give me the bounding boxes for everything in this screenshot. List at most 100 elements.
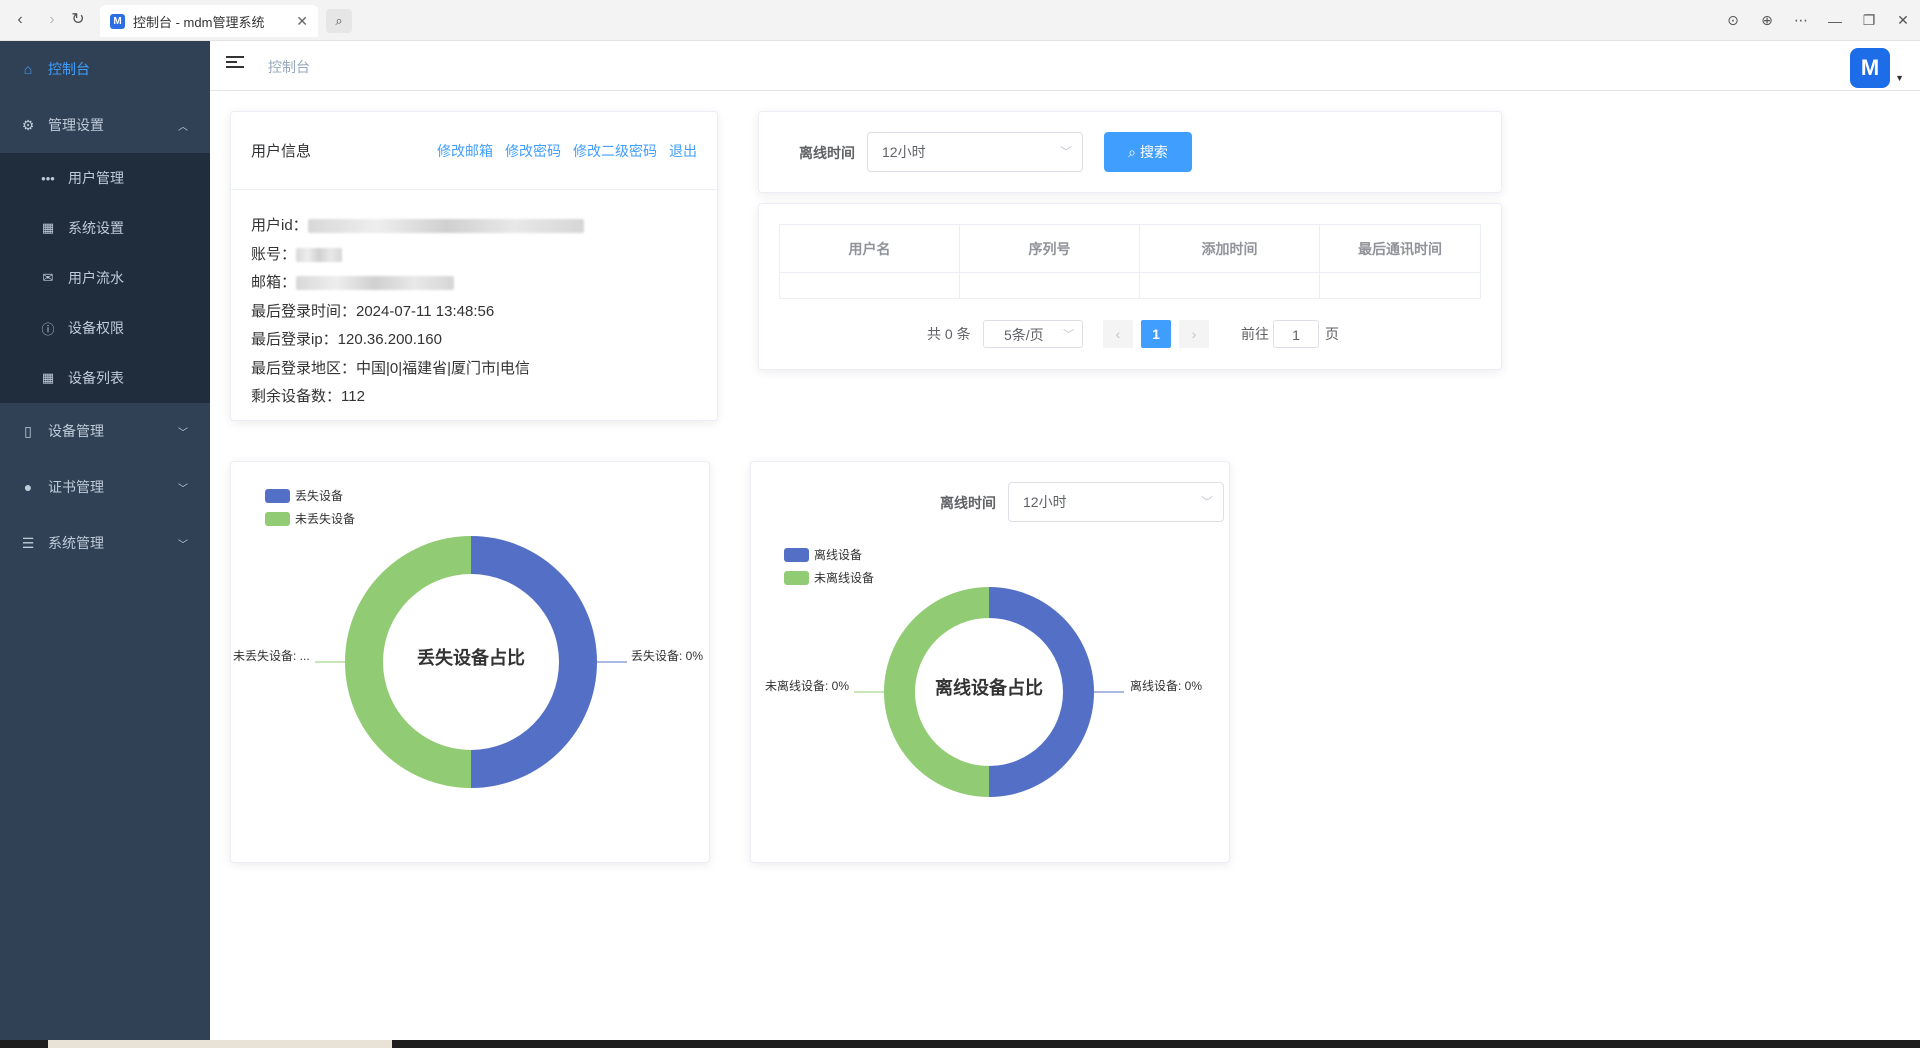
account-row: 账号： xyxy=(251,241,697,270)
sidebar-item-system-mgmt[interactable]: ☰ 系统管理 ﹀ xyxy=(0,515,210,571)
sidebar-item-label: 系统管理 xyxy=(48,535,104,551)
col-last-comm-time[interactable]: 最后通讯时间 xyxy=(1319,224,1481,273)
caret-down-icon[interactable]: ▼ xyxy=(1895,73,1904,83)
phone-icon: ▯ xyxy=(24,422,32,439)
sidebar-item-label: 控制台 xyxy=(48,61,90,77)
mail-icon: ✉ xyxy=(42,270,54,285)
goto-label: 前往 xyxy=(1241,326,1269,342)
change-email-link[interactable]: 修改邮箱 xyxy=(437,141,493,161)
pagination: 共 0 条 5条/页 ﹀ ‹ 1 › 前往 1 页 xyxy=(759,320,1503,350)
page-size-value: 5条/页 xyxy=(1004,327,1044,343)
offline-device-chart-card: 离线时间 12小时 ﹀ 离线设备 未离线设备 离线设备占比 离线设备: 0% 未… xyxy=(750,461,1230,863)
sidebar-item-label: 设备权限 xyxy=(68,320,124,336)
more-icon[interactable]: ⋯ xyxy=(1784,12,1818,29)
dots-icon: ••• xyxy=(41,170,55,186)
chart-center-title: 丢失设备占比 xyxy=(417,647,525,668)
search-icon[interactable]: ⌕ xyxy=(326,9,352,33)
chart-label-right: 离线设备: 0% xyxy=(1130,678,1202,693)
taskbar xyxy=(0,1040,1920,1048)
search-button[interactable]: ⌕ 搜索 xyxy=(1104,132,1192,172)
grid-icon: ▦ xyxy=(41,220,55,235)
restore-icon[interactable]: ❐ xyxy=(1852,12,1886,29)
logout-link[interactable]: 退出 xyxy=(669,141,697,161)
search-icon: ⌕ xyxy=(1128,144,1140,160)
user-info-card: 用户信息 修改邮箱 修改密码 修改二级密码 退出 用户id： 账号： 邮箱： 最… xyxy=(230,111,718,421)
browser-tab[interactable]: M 控制台 - mdm管理系统 ✕ xyxy=(100,5,318,37)
page-number-1[interactable]: 1 xyxy=(1141,320,1171,348)
sidebar-item-label: 设备列表 xyxy=(68,370,124,386)
user-id-row: 用户id： xyxy=(251,212,697,241)
home-icon: ⌂ xyxy=(23,61,33,77)
hamburger-icon[interactable] xyxy=(226,56,244,72)
sidebar-item-label: 系统设置 xyxy=(68,220,124,236)
change-secondary-password-link[interactable]: 修改二级密码 xyxy=(573,141,657,161)
sidebar-item-label: 证书管理 xyxy=(48,479,104,495)
sidebar-item-device-list[interactable]: ▦ 设备列表 xyxy=(0,353,210,403)
chevron-down-icon: ﹀ xyxy=(1059,145,1072,159)
sidebar-item-device-mgmt[interactable]: ▯ 设备管理 ﹀ xyxy=(0,403,210,459)
user-id-label: 用户id： xyxy=(251,217,308,234)
sidebar-item-label: 设备管理 xyxy=(48,423,104,439)
forward-icon[interactable]: › xyxy=(42,10,62,30)
breadcrumb[interactable]: 控制台 xyxy=(268,57,310,77)
offline-device-donut: 离线设备占比 离线设备: 0% 未离线设备: 0% xyxy=(765,587,1202,797)
sidebar-item-user-flow[interactable]: ✉ 用户流水 xyxy=(0,253,210,303)
device-table: 用户名 序列号 添加时间 最后通讯时间 xyxy=(779,224,1481,299)
tab-close-icon[interactable]: ✕ xyxy=(296,13,308,30)
goto-suffix: 页 xyxy=(1325,326,1339,342)
chart-label-left: 未丢失设备: ... xyxy=(233,648,310,663)
offline-time-select[interactable]: 12小时 ﹀ xyxy=(867,132,1083,172)
sidebar-item-dashboard[interactable]: ⌂ 控制台 xyxy=(0,41,210,97)
sidebar-item-cert-mgmt[interactable]: ● 证书管理 ﹀ xyxy=(0,459,210,515)
user-info-body: 用户id： 账号： 邮箱： 最后登录时间：2024-07-11 13:48:56… xyxy=(231,190,717,412)
sidebar-item-admin-settings[interactable]: ⚙ 管理设置 ︿ xyxy=(0,97,210,153)
reload-icon[interactable]: ↻ xyxy=(68,10,88,30)
sliders-icon: ☰ xyxy=(21,534,35,551)
prev-page-button[interactable]: ‹ xyxy=(1103,320,1133,348)
chevron-up-icon: ︿ xyxy=(178,121,188,133)
sidebar-item-system-settings[interactable]: ▦ 系统设置 xyxy=(0,203,210,253)
user-icon: ● xyxy=(23,479,33,495)
sidebar-item-label: 用户流水 xyxy=(68,270,124,286)
lost-device-chart-card: 丢失设备 未丢失设备 丢失设备占比 丢失设备: 0% 未丢失设备: ... xyxy=(230,461,710,863)
redacted-value xyxy=(296,247,343,262)
taskbar-item xyxy=(48,1040,392,1048)
gear-icon: ⚙ xyxy=(21,116,35,133)
last-login-region: 最后登录地区：中国|0|福建省|厦门市|电信 xyxy=(251,359,530,377)
sidebar-item-label: 用户管理 xyxy=(68,170,124,186)
table-header-row: 用户名 序列号 添加时间 最后通讯时间 xyxy=(779,224,1481,273)
chart-label-right: 丢失设备: 0% xyxy=(631,648,703,663)
sidebar-item-device-permission[interactable]: ⓘ 设备权限 xyxy=(0,303,210,353)
chart-label-left: 未离线设备: 0% xyxy=(765,678,849,693)
chevron-down-icon: ﹀ xyxy=(178,539,188,551)
account-label: 账号： xyxy=(251,245,297,263)
last-login-time: 最后登录时间：2024-07-11 13:48:56 xyxy=(251,302,495,320)
avatar[interactable]: M xyxy=(1850,48,1890,88)
sidebar-item-user-mgmt[interactable]: ••• 用户管理 xyxy=(0,153,210,203)
col-username[interactable]: 用户名 xyxy=(779,224,960,273)
email-label: 邮箱： xyxy=(251,274,297,291)
page-size-select[interactable]: 5条/页 ﹀ xyxy=(983,320,1083,348)
minimize-icon[interactable]: — xyxy=(1818,13,1852,29)
sidebar-item-label: 管理设置 xyxy=(48,117,104,133)
pagination-total: 共 0 条 xyxy=(927,326,971,342)
chevron-down-icon: ﹀ xyxy=(1063,329,1074,341)
col-serial[interactable]: 序列号 xyxy=(959,224,1140,273)
select-value: 12小时 xyxy=(882,144,926,160)
favicon-icon: M xyxy=(110,13,125,29)
last-login-ip: 最后登录ip：120.36.200.160 xyxy=(251,331,442,348)
download-icon[interactable]: ⊙ xyxy=(1716,12,1750,29)
redacted-value xyxy=(307,219,584,234)
search-button-label: 搜索 xyxy=(1139,144,1168,160)
next-page-button[interactable]: › xyxy=(1179,320,1209,348)
goto-page-input[interactable]: 1 xyxy=(1273,320,1319,348)
user-info-title: 用户信息 xyxy=(251,143,312,160)
remaining-devices: 剩余设备数：112 xyxy=(251,388,365,405)
info-icon: ⓘ xyxy=(41,321,55,337)
close-icon[interactable]: ✕ xyxy=(1886,12,1920,29)
change-password-link[interactable]: 修改密码 xyxy=(505,141,561,161)
globe-icon[interactable]: ⊕ xyxy=(1750,12,1784,29)
back-icon[interactable]: ‹ xyxy=(10,10,30,30)
col-added-time[interactable]: 添加时间 xyxy=(1139,224,1320,273)
chevron-down-icon: ﹀ xyxy=(178,483,188,495)
